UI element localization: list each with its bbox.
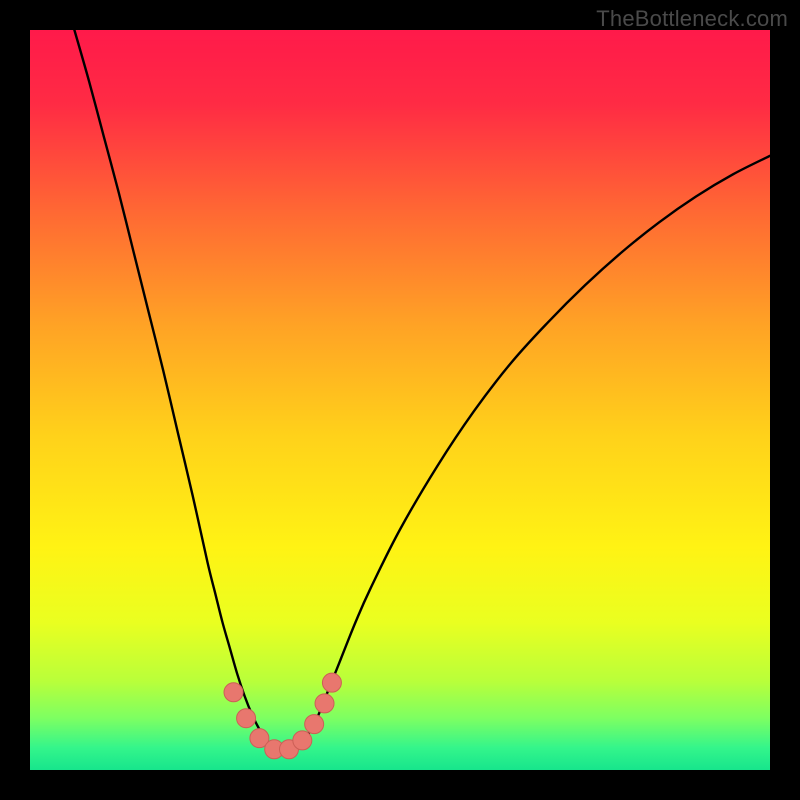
- marker-point: [305, 715, 324, 734]
- watermark-text: TheBottleneck.com: [596, 6, 788, 32]
- curve-layer: [30, 30, 770, 770]
- marker-point: [224, 683, 243, 702]
- marker-point: [315, 694, 334, 713]
- plot-area: [30, 30, 770, 770]
- marker-point: [322, 673, 341, 692]
- outer-frame: TheBottleneck.com: [0, 0, 800, 800]
- marker-point: [237, 709, 256, 728]
- bottleneck-curve: [74, 30, 770, 751]
- marker-point: [293, 731, 312, 750]
